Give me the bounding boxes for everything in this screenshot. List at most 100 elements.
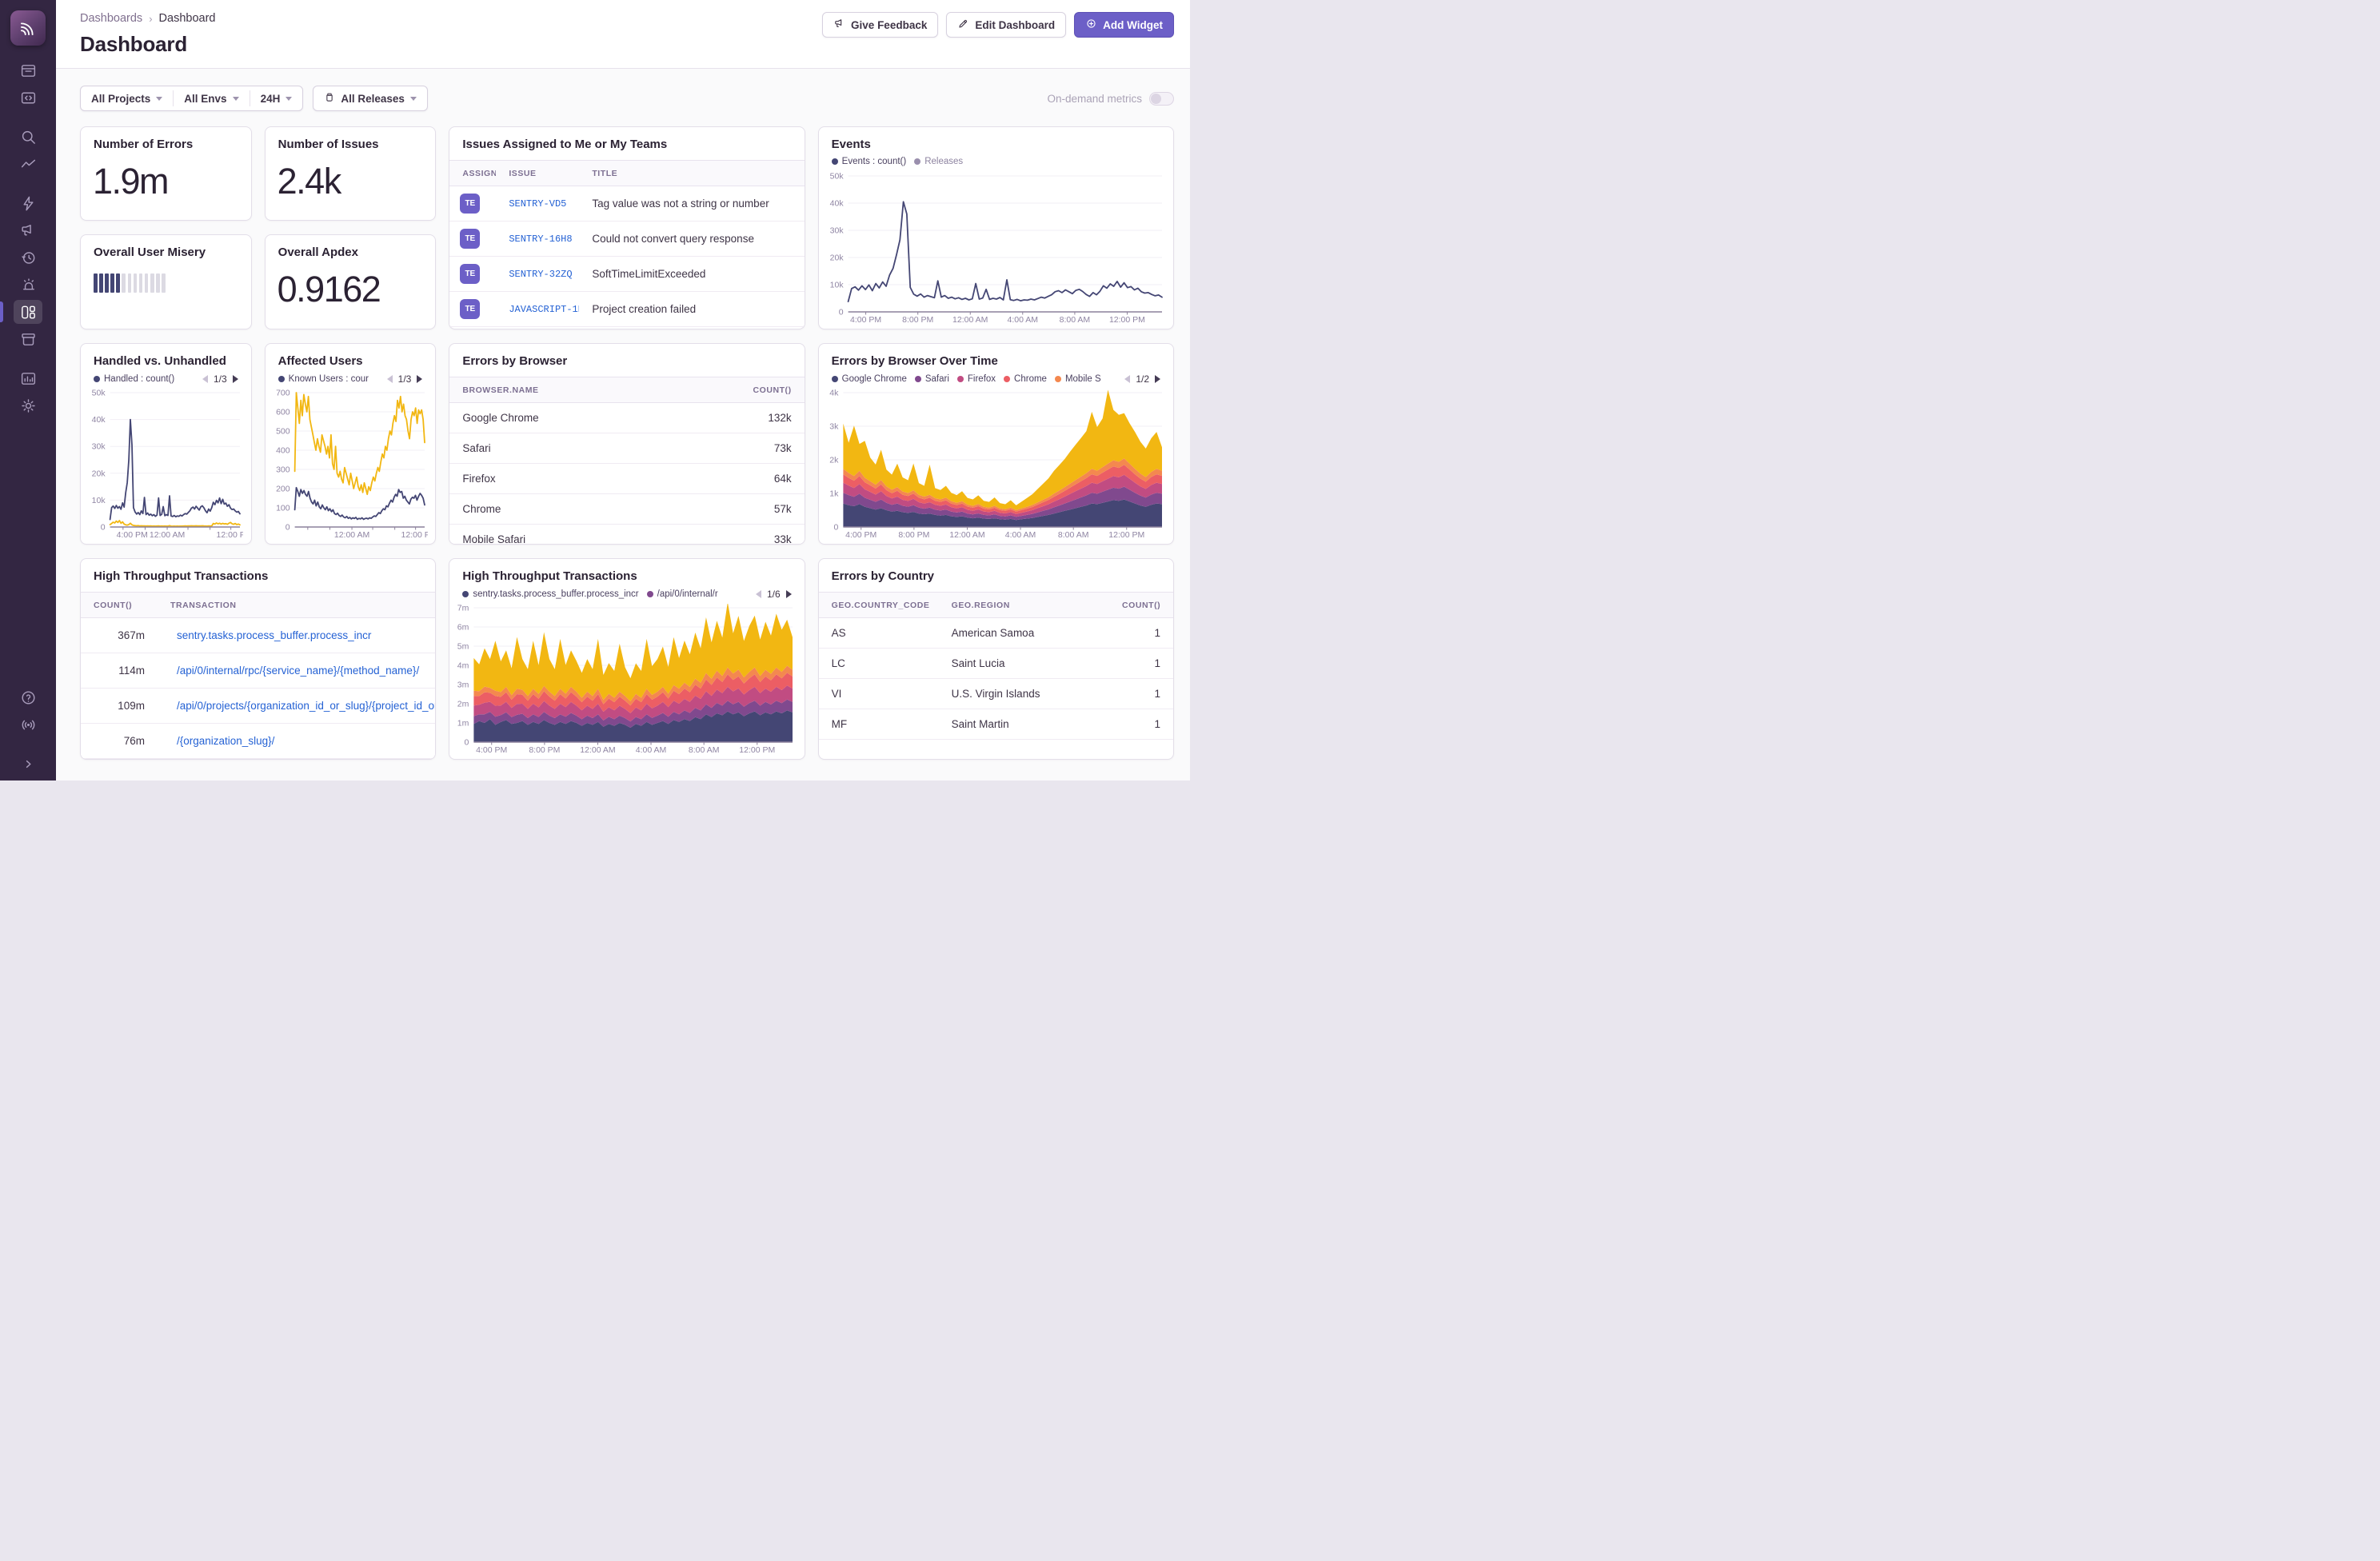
column-header-count-[interactable]: COUNT() (1109, 601, 1173, 610)
legend-item[interactable]: Chrome (1004, 374, 1047, 384)
add-widget-button[interactable]: Add Widget (1074, 12, 1174, 38)
errors-over-time-chart[interactable]: 01k2k3k4k4:00 PM8:00 PM12:00 AM4:00 AM8:… (825, 389, 1165, 540)
country-code: AS (819, 627, 939, 639)
column-header-transaction[interactable]: TRANSACTION (158, 601, 435, 610)
sidebar-item-lightning-icon[interactable] (14, 191, 42, 215)
handled-chart[interactable]: 010k20k30k40k50k4:00 PM12:00 AM12:00 P (87, 389, 243, 540)
column-header-geo-country-code[interactable]: GEO.COUNTRY_CODE (819, 601, 939, 610)
avatar[interactable]: TE (460, 194, 480, 214)
legend-item[interactable]: sentry.tasks.process_buffer.process_incr (462, 589, 638, 599)
chevron-down-icon (286, 97, 292, 101)
widget-overall-user-misery: Overall User Misery (80, 234, 252, 329)
sidebar-item-feedback-icon[interactable] (14, 218, 42, 242)
releases-filter[interactable]: All Releases (313, 86, 427, 110)
plus-circle-icon (1085, 18, 1097, 32)
issue-title: Tag value was not a string or number (579, 198, 804, 210)
transaction-link[interactable]: /api/0/internal/rpc/{service_name}/{meth… (158, 665, 435, 677)
events-legend: Events : count() Releases (819, 151, 1173, 166)
svg-text:4:00 AM: 4:00 AM (1007, 315, 1038, 325)
column-header-issue[interactable]: ISSUE (496, 169, 579, 178)
sidebar-item-performance-icon[interactable] (14, 152, 42, 176)
environment-filter-label: All Envs (184, 93, 226, 105)
transaction-link[interactable]: /{organization_slug}/ (158, 735, 435, 747)
legend-dot-icon (647, 591, 653, 597)
next-page-icon[interactable] (417, 375, 422, 383)
environment-filter[interactable]: All Envs (174, 86, 249, 110)
issue-link[interactable]: SENTRY-VD5 (496, 198, 579, 210)
events-chart[interactable]: 010k20k30k40k50k4:00 PM8:00 PM12:00 AM4:… (825, 172, 1165, 325)
chevron-down-icon (233, 97, 239, 101)
browser-count: 73k (733, 442, 805, 454)
sidebar-item-dashboards-icon[interactable] (14, 300, 42, 324)
edit-dashboard-button[interactable]: Edit Dashboard (946, 12, 1066, 38)
transaction-count: 76m (81, 735, 158, 747)
page-header: Dashboards › Dashboard Dashboard Give Fe… (56, 0, 1190, 69)
legend-item[interactable]: Events : count() (832, 157, 907, 166)
transaction-link[interactable]: /api/0/projects/{organization_id_or_slug… (158, 700, 435, 712)
country-region: Saint Lucia (939, 657, 1109, 669)
next-page-icon[interactable] (786, 590, 792, 598)
legend-item[interactable]: Known Users : cour (278, 374, 369, 384)
svg-text:4:00 PM: 4:00 PM (845, 530, 877, 540)
on-demand-metrics: On-demand metrics (1047, 92, 1174, 106)
legend-pagination: 1/3 (199, 373, 238, 385)
breadcrumb-separator: › (149, 13, 152, 25)
issue-link[interactable]: JAVASCRIPT-1BG2 (496, 304, 579, 315)
sidebar-item-search-icon[interactable] (14, 125, 42, 149)
legend-item[interactable]: Google Chrome (832, 374, 907, 384)
legend-item[interactable]: Firefox (957, 374, 996, 384)
edit-dashboard-label: Edit Dashboard (975, 19, 1055, 31)
affected-users-chart[interactable]: 010020030040050060070012:00 AM12:00 P (272, 389, 428, 540)
issue-link[interactable]: SENTRY-32ZQ (496, 269, 579, 280)
sidebar-item-help-icon[interactable] (14, 685, 42, 709)
legend-item[interactable]: Handled : count() (94, 374, 174, 384)
legend-dot-icon (462, 591, 469, 597)
previous-page-icon[interactable] (202, 375, 208, 383)
sidebar-item-projects-icon[interactable] (14, 86, 42, 110)
legend-pagination: 1/6 (753, 589, 792, 600)
column-header-title[interactable]: TITLE (579, 169, 804, 178)
svg-text:12:00 AM: 12:00 AM (581, 745, 616, 755)
next-page-icon[interactable] (1155, 375, 1160, 383)
breadcrumb-dashboards[interactable]: Dashboards (80, 12, 142, 25)
stats-icon (19, 369, 38, 388)
column-header-count-[interactable]: COUNT() (81, 601, 158, 610)
widget-title: High Throughput Transactions (449, 559, 804, 583)
table-header: GEO.COUNTRY_CODEGEO.REGIONCOUNT() (819, 592, 1173, 618)
sentry-logo[interactable] (10, 10, 46, 46)
legend-pagination: 1/3 (384, 373, 423, 385)
project-filter[interactable]: All Projects (81, 86, 173, 110)
avatar[interactable]: TE (460, 299, 480, 319)
sidebar-item-expand-icon[interactable] (14, 752, 42, 776)
legend-item[interactable]: Mobile S (1055, 374, 1101, 384)
column-header-assignee[interactable]: ASSIGNEE (449, 169, 496, 178)
avatar[interactable]: TE (460, 229, 480, 249)
previous-page-icon[interactable] (387, 375, 393, 383)
next-page-icon[interactable] (233, 375, 238, 383)
column-header-geo-region[interactable]: GEO.REGION (939, 601, 1109, 610)
legend-item[interactable]: Releases (914, 157, 963, 166)
sidebar-item-broadcast-icon[interactable] (14, 713, 42, 737)
previous-page-icon[interactable] (1124, 375, 1130, 383)
sidebar-item-settings-icon[interactable] (14, 393, 42, 417)
issue-link[interactable]: SENTRY-16H8 (496, 234, 579, 245)
on-demand-metrics-toggle[interactable] (1149, 92, 1174, 106)
column-header-browser-name[interactable]: BROWSER.NAME (449, 385, 732, 395)
errors-count-value: 1.9m (81, 151, 251, 202)
sidebar-item-stats-icon[interactable] (14, 366, 42, 390)
svg-text:4m: 4m (457, 661, 469, 671)
sidebar-item-releases-icon[interactable] (14, 327, 42, 351)
transaction-link[interactable]: sentry.tasks.process_buffer.process_incr (158, 629, 435, 641)
give-feedback-button[interactable]: Give Feedback (822, 12, 938, 38)
sidebar-item-alerts-icon[interactable] (14, 273, 42, 297)
avatar[interactable]: TE (460, 264, 480, 284)
legend-item[interactable]: Safari (915, 374, 949, 384)
time-range-filter[interactable]: 24H (250, 86, 303, 110)
assignee-cell: TE (449, 229, 496, 249)
high-throughput-chart[interactable]: 01m2m3m4m5m6m7m4:00 PM8:00 PM12:00 AM4:0… (456, 604, 796, 755)
previous-page-icon[interactable] (756, 590, 761, 598)
sidebar-item-issues-icon[interactable] (14, 58, 42, 82)
sidebar-item-replays-icon[interactable] (14, 246, 42, 269)
legend-item[interactable]: /api/0/internal/r (647, 589, 718, 599)
column-header-count-[interactable]: COUNT() (733, 385, 805, 395)
